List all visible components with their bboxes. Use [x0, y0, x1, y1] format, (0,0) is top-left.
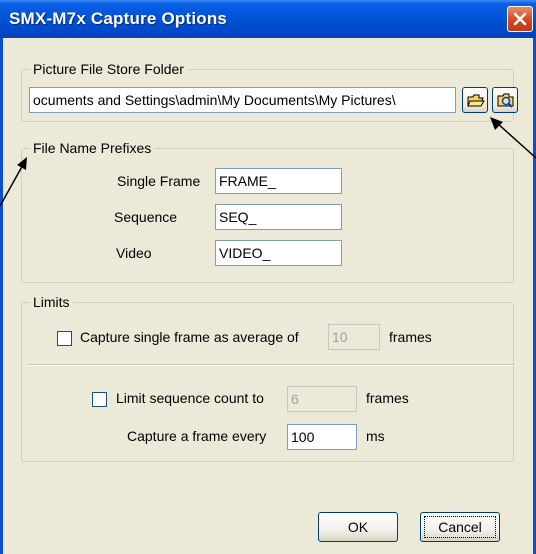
limit-sequence-label: Limit sequence count to	[116, 390, 264, 406]
file-name-prefixes-legend: File Name Prefixes	[30, 140, 155, 156]
close-icon	[513, 12, 527, 26]
browse-folder-button[interactable]	[462, 87, 488, 113]
cancel-button[interactable]: Cancel	[420, 512, 500, 542]
limit-sequence-input[interactable]: 6	[287, 386, 357, 412]
average-frames-input[interactable]: 10	[328, 324, 380, 350]
title-bar[interactable]: SMX-M7x Capture Options	[0, 0, 536, 38]
limit-sequence-checkbox[interactable]	[92, 392, 107, 407]
average-frames-checkbox[interactable]	[57, 331, 72, 346]
limits-separator	[28, 364, 514, 366]
store-folder-legend: Picture File Store Folder	[30, 61, 187, 77]
window-title: SMX-M7x Capture Options	[9, 9, 228, 28]
video-prefix-input[interactable]: VIDEO_	[215, 240, 342, 266]
ok-button[interactable]: OK	[318, 512, 398, 542]
sequence-prefix-input[interactable]: SEQ_	[215, 204, 342, 230]
limit-sequence-unit: frames	[366, 390, 409, 406]
explore-folder-icon	[497, 93, 514, 108]
cancel-label: Cancel	[438, 519, 482, 535]
video-label: Video	[116, 245, 152, 261]
limits-legend: Limits	[30, 294, 73, 310]
window-border-left	[0, 38, 3, 554]
limits-group: Limits	[21, 294, 514, 462]
sequence-label: Sequence	[114, 209, 178, 225]
explore-folder-button[interactable]	[492, 87, 518, 113]
capture-options-dialog: SMX-M7x Capture Options Picture File Sto…	[0, 0, 536, 554]
single-frame-label: Single Frame	[117, 173, 201, 189]
frame-interval-unit: ms	[366, 428, 385, 444]
frame-interval-input[interactable]: 100	[287, 424, 357, 450]
frame-interval-label: Capture a frame every	[127, 428, 267, 444]
single-frame-prefix-input[interactable]: FRAME_	[215, 168, 342, 194]
average-frames-unit: frames	[389, 329, 432, 345]
store-folder-path-input[interactable]: ocuments and Settings\admin\My Documents…	[29, 87, 456, 113]
close-button[interactable]	[507, 6, 533, 32]
average-frames-label: Capture single frame as average of	[80, 329, 299, 345]
folder-open-icon	[467, 94, 485, 107]
